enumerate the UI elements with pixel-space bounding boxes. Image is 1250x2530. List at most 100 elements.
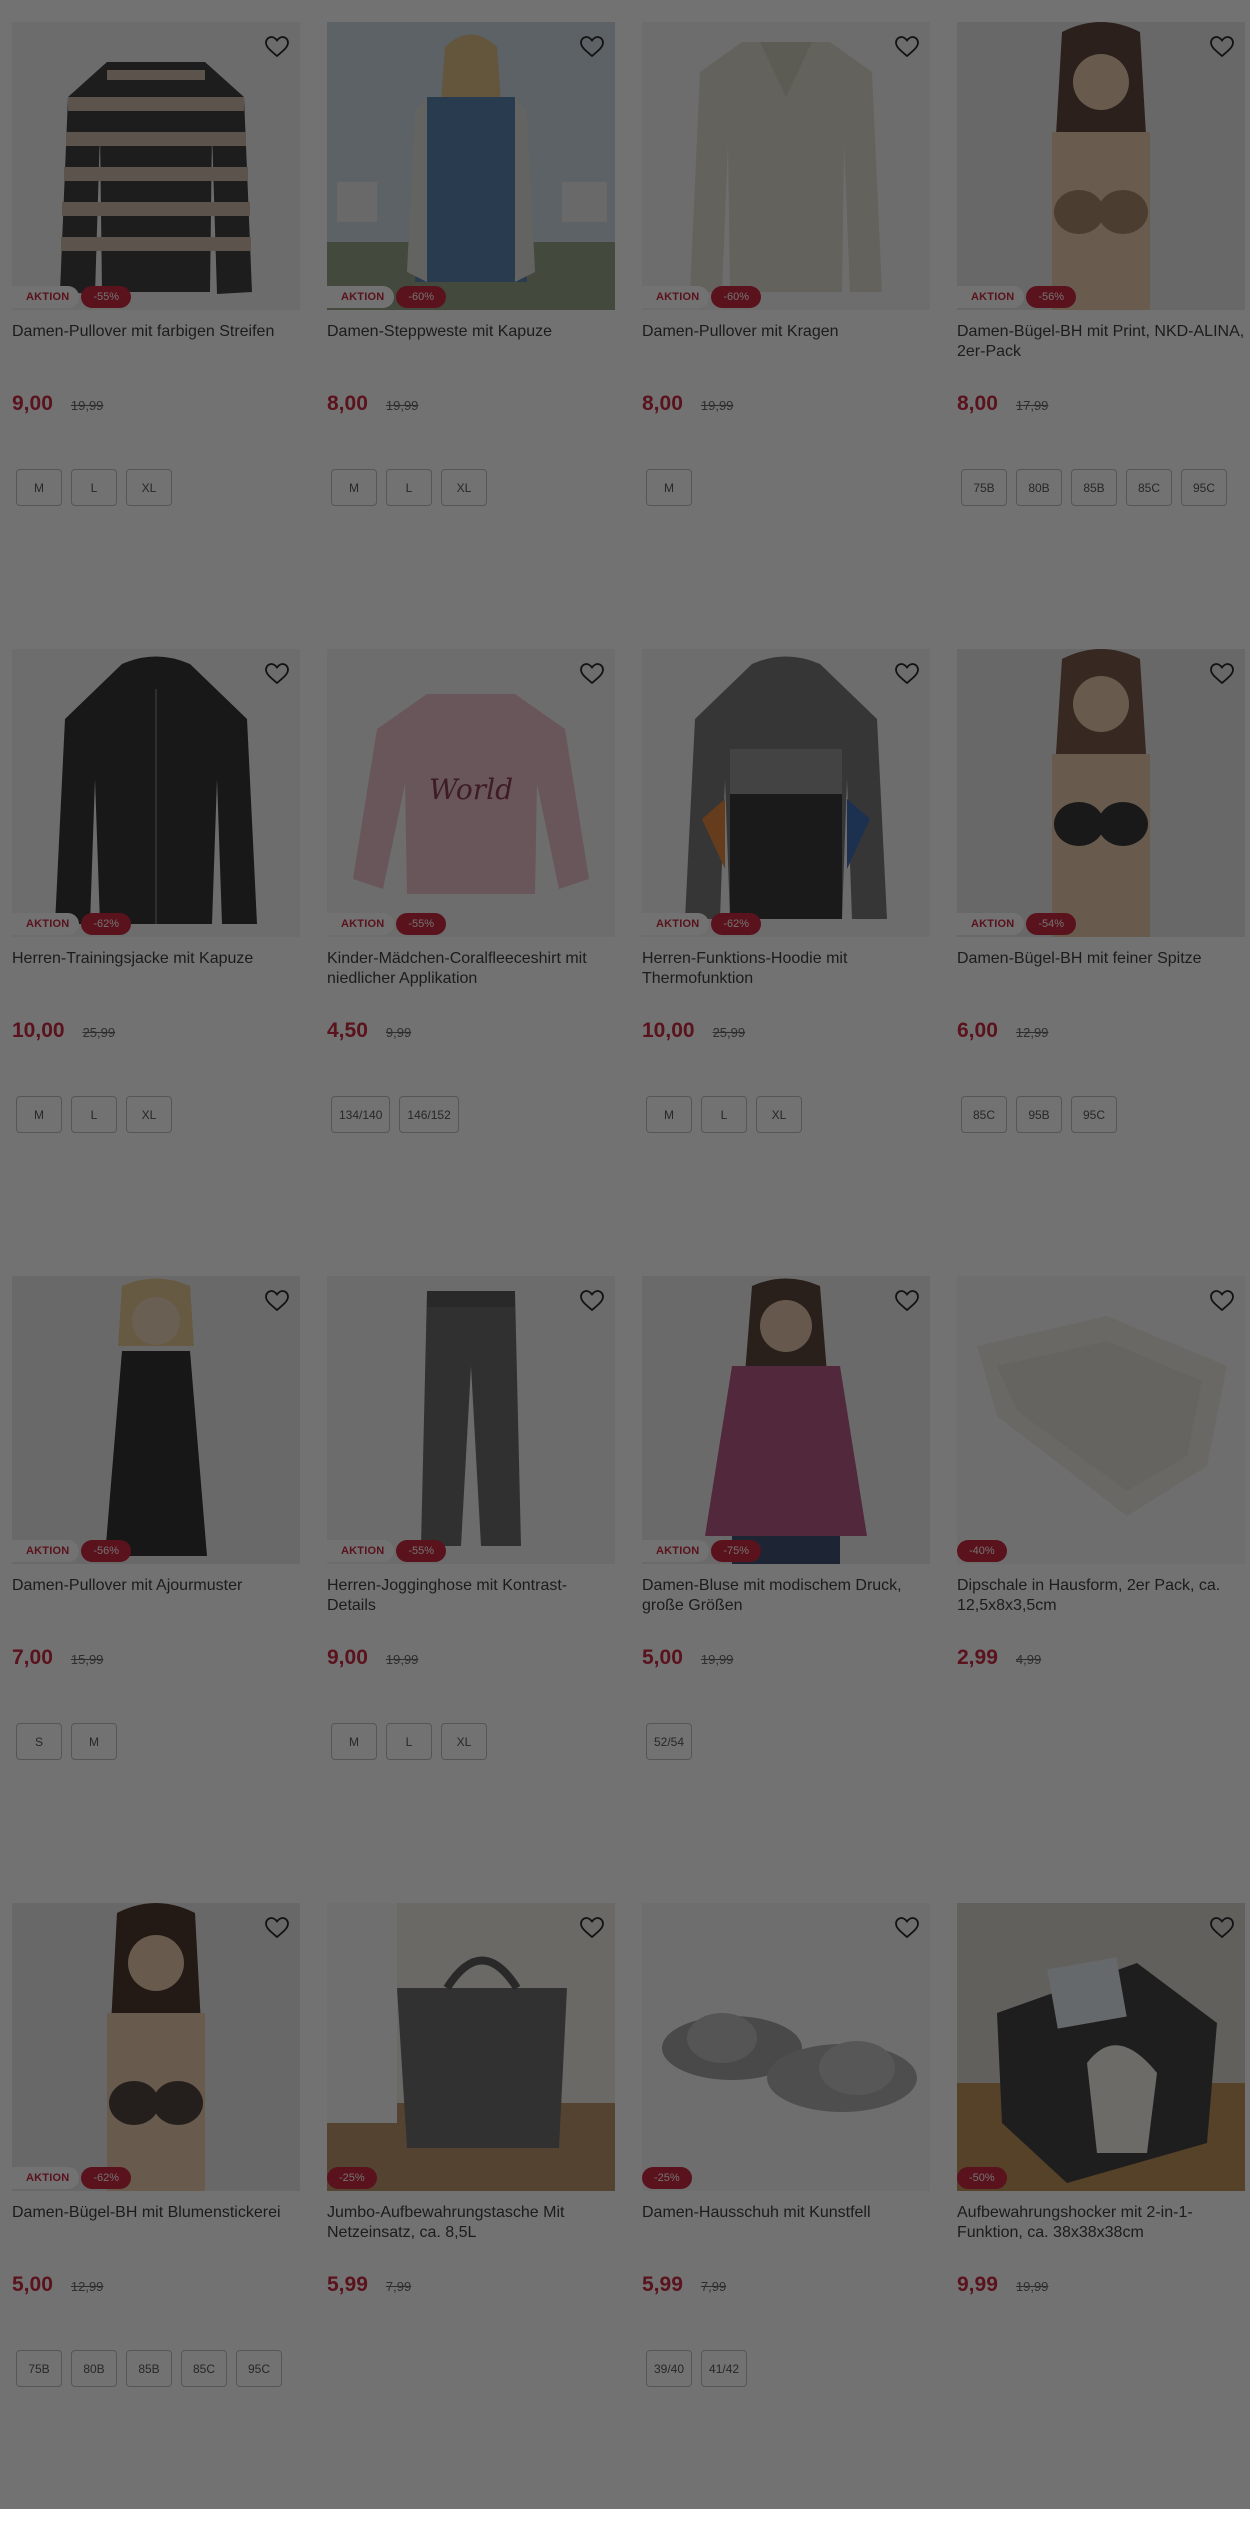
size-option[interactable]: 85C <box>181 2350 227 2387</box>
size-option[interactable]: 95C <box>236 2350 282 2387</box>
size-option[interactable]: 80B <box>1016 469 1062 506</box>
product-card[interactable]: -25% Jumbo-Aufbewahrungstasche Mit Netze… <box>327 1903 615 2530</box>
product-card[interactable]: AKTION -56% Damen-Bügel-BH mit Print, NKD… <box>957 22 1245 649</box>
wishlist-heart-icon[interactable] <box>890 657 924 691</box>
wishlist-heart-icon[interactable] <box>890 1911 924 1945</box>
product-image[interactable]: World AKTION -55% <box>327 649 615 937</box>
product-title[interactable]: Damen-Hausschuh mit Kunstfell <box>642 2203 930 2245</box>
product-title[interactable]: Damen-Bügel-BH mit Blumenstickerei <box>12 2203 300 2245</box>
wishlist-heart-icon[interactable] <box>575 657 609 691</box>
size-option[interactable]: 80B <box>71 2350 117 2387</box>
wishlist-heart-icon[interactable] <box>1205 657 1239 691</box>
product-title[interactable]: Kinder-Mädchen-Coralfleeceshirt mit nied… <box>327 949 615 991</box>
product-image[interactable]: AKTION -56% <box>957 22 1245 310</box>
size-option[interactable]: 39/40 <box>646 2350 693 2387</box>
size-option[interactable]: M <box>71 1723 117 1760</box>
wishlist-heart-icon[interactable] <box>890 30 924 64</box>
size-option[interactable]: 85B <box>1071 469 1117 506</box>
product-image[interactable]: AKTION -62% <box>12 1903 300 2191</box>
product-card[interactable]: -40% Dipschale in Hausform, 2er Pack, ca… <box>957 1276 1245 1903</box>
size-option[interactable]: 85C <box>1126 469 1172 506</box>
size-option[interactable]: 85C <box>961 1096 1007 1133</box>
product-card[interactable]: AKTION -62% Herren-Trainingsjacke mit Kap… <box>12 649 300 1276</box>
product-title[interactable]: Herren-Trainingsjacke mit Kapuze <box>12 949 300 991</box>
wishlist-heart-icon[interactable] <box>575 1284 609 1318</box>
product-title[interactable]: Damen-Pullover mit farbigen Streifen <box>12 322 300 364</box>
product-title[interactable]: Herren-Funktions-Hoodie mit Thermofunkti… <box>642 949 930 991</box>
product-image[interactable]: AKTION -55% <box>327 1276 615 1564</box>
product-card[interactable]: AKTION -60% Damen-Pullover mit Kragen 8,0… <box>642 22 930 649</box>
product-image[interactable]: AKTION -60% <box>642 22 930 310</box>
wishlist-heart-icon[interactable] <box>1205 30 1239 64</box>
product-image[interactable]: AKTION -75% <box>642 1276 930 1564</box>
size-option[interactable]: 52/54 <box>646 1723 693 1760</box>
product-image[interactable]: AKTION -55% <box>12 22 300 310</box>
product-title[interactable]: Damen-Pullover mit Ajourmuster <box>12 1576 300 1618</box>
size-option[interactable]: M <box>331 1723 377 1760</box>
product-image[interactable]: -50% <box>957 1903 1245 2191</box>
size-option[interactable]: 146/152 <box>399 1096 459 1133</box>
size-option[interactable]: L <box>701 1096 747 1133</box>
product-image[interactable]: -25% <box>327 1903 615 2191</box>
size-option[interactable]: 134/140 <box>331 1096 391 1133</box>
product-image[interactable]: AKTION -62% <box>642 649 930 937</box>
product-title[interactable]: Dipschale in Hausform, 2er Pack, ca. 12,… <box>957 1576 1245 1618</box>
product-card[interactable]: AKTION -62% Damen-Bügel-BH mit Blumenstic… <box>12 1903 300 2530</box>
size-option[interactable]: L <box>71 469 117 506</box>
product-card[interactable]: World AKTION -55% Kinder-Mädchen-Coralfle… <box>327 649 615 1276</box>
product-card[interactable]: AKTION -56% Damen-Pullover mit Ajourmuste… <box>12 1276 300 1903</box>
product-image[interactable]: AKTION -56% <box>12 1276 300 1564</box>
wishlist-heart-icon[interactable] <box>260 1911 294 1945</box>
size-option[interactable]: M <box>646 469 692 506</box>
size-option[interactable]: 95B <box>1016 1096 1062 1133</box>
product-card[interactable]: -50% Aufbewahrungshocker mit 2-in-1-Funk… <box>957 1903 1245 2530</box>
product-title[interactable]: Herren-Jogginghose mit Kontrast-Details <box>327 1576 615 1618</box>
product-title[interactable]: Aufbewahrungshocker mit 2-in-1-Funktion,… <box>957 2203 1245 2245</box>
product-image[interactable]: AKTION -62% <box>12 649 300 937</box>
size-option[interactable]: M <box>16 469 62 506</box>
wishlist-heart-icon[interactable] <box>1205 1284 1239 1318</box>
product-title[interactable]: Damen-Bügel-BH mit Print, NKD-ALINA, 2er… <box>957 322 1245 364</box>
size-option[interactable]: 85B <box>126 2350 172 2387</box>
product-image[interactable]: AKTION -60% <box>327 22 615 310</box>
size-option[interactable]: L <box>386 1723 432 1760</box>
product-title[interactable]: Damen-Steppweste mit Kapuze <box>327 322 615 364</box>
size-option[interactable]: XL <box>126 1096 172 1133</box>
size-option[interactable]: 41/42 <box>701 2350 748 2387</box>
product-title[interactable]: Damen-Bluse mit modischem Druck, große G… <box>642 1576 930 1618</box>
product-title[interactable]: Damen-Pullover mit Kragen <box>642 322 930 364</box>
size-option[interactable]: M <box>646 1096 692 1133</box>
size-option[interactable]: M <box>331 469 377 506</box>
size-option[interactable]: 95C <box>1181 469 1227 506</box>
wishlist-heart-icon[interactable] <box>890 1284 924 1318</box>
wishlist-heart-icon[interactable] <box>260 1284 294 1318</box>
size-option[interactable]: XL <box>756 1096 802 1133</box>
product-image[interactable]: -25% <box>642 1903 930 2191</box>
wishlist-heart-icon[interactable] <box>575 1911 609 1945</box>
size-option[interactable]: XL <box>441 469 487 506</box>
product-image[interactable]: AKTION -54% <box>957 649 1245 937</box>
product-card[interactable]: -25% Damen-Hausschuh mit Kunstfell 5,99 … <box>642 1903 930 2530</box>
size-option[interactable]: XL <box>126 469 172 506</box>
size-option[interactable]: L <box>386 469 432 506</box>
product-card[interactable]: AKTION -54% Damen-Bügel-BH mit feiner Spi… <box>957 649 1245 1276</box>
wishlist-heart-icon[interactable] <box>1205 1911 1239 1945</box>
size-option[interactable]: 75B <box>961 469 1007 506</box>
product-card[interactable]: AKTION -75% Damen-Bluse mit modischem Dru… <box>642 1276 930 1903</box>
wishlist-heart-icon[interactable] <box>575 30 609 64</box>
product-card[interactable]: AKTION -60% Damen-Steppweste mit Kapuze 8… <box>327 22 615 649</box>
product-card[interactable]: AKTION -55% Herren-Jogginghose mit Kontra… <box>327 1276 615 1903</box>
size-option[interactable]: XL <box>441 1723 487 1760</box>
product-image[interactable]: -40% <box>957 1276 1245 1564</box>
size-option[interactable]: M <box>16 1096 62 1133</box>
product-title[interactable]: Damen-Bügel-BH mit feiner Spitze <box>957 949 1245 991</box>
size-option[interactable]: L <box>71 1096 117 1133</box>
product-card[interactable]: AKTION -55% Damen-Pullover mit farbigen S… <box>12 22 300 649</box>
wishlist-heart-icon[interactable] <box>260 30 294 64</box>
product-card[interactable]: AKTION -62% Herren-Funktions-Hoodie mit T… <box>642 649 930 1276</box>
product-title[interactable]: Jumbo-Aufbewahrungstasche Mit Netzeinsat… <box>327 2203 615 2245</box>
size-option[interactable]: S <box>16 1723 62 1760</box>
size-option[interactable]: 95C <box>1071 1096 1117 1133</box>
size-option[interactable]: 75B <box>16 2350 62 2387</box>
wishlist-heart-icon[interactable] <box>260 657 294 691</box>
